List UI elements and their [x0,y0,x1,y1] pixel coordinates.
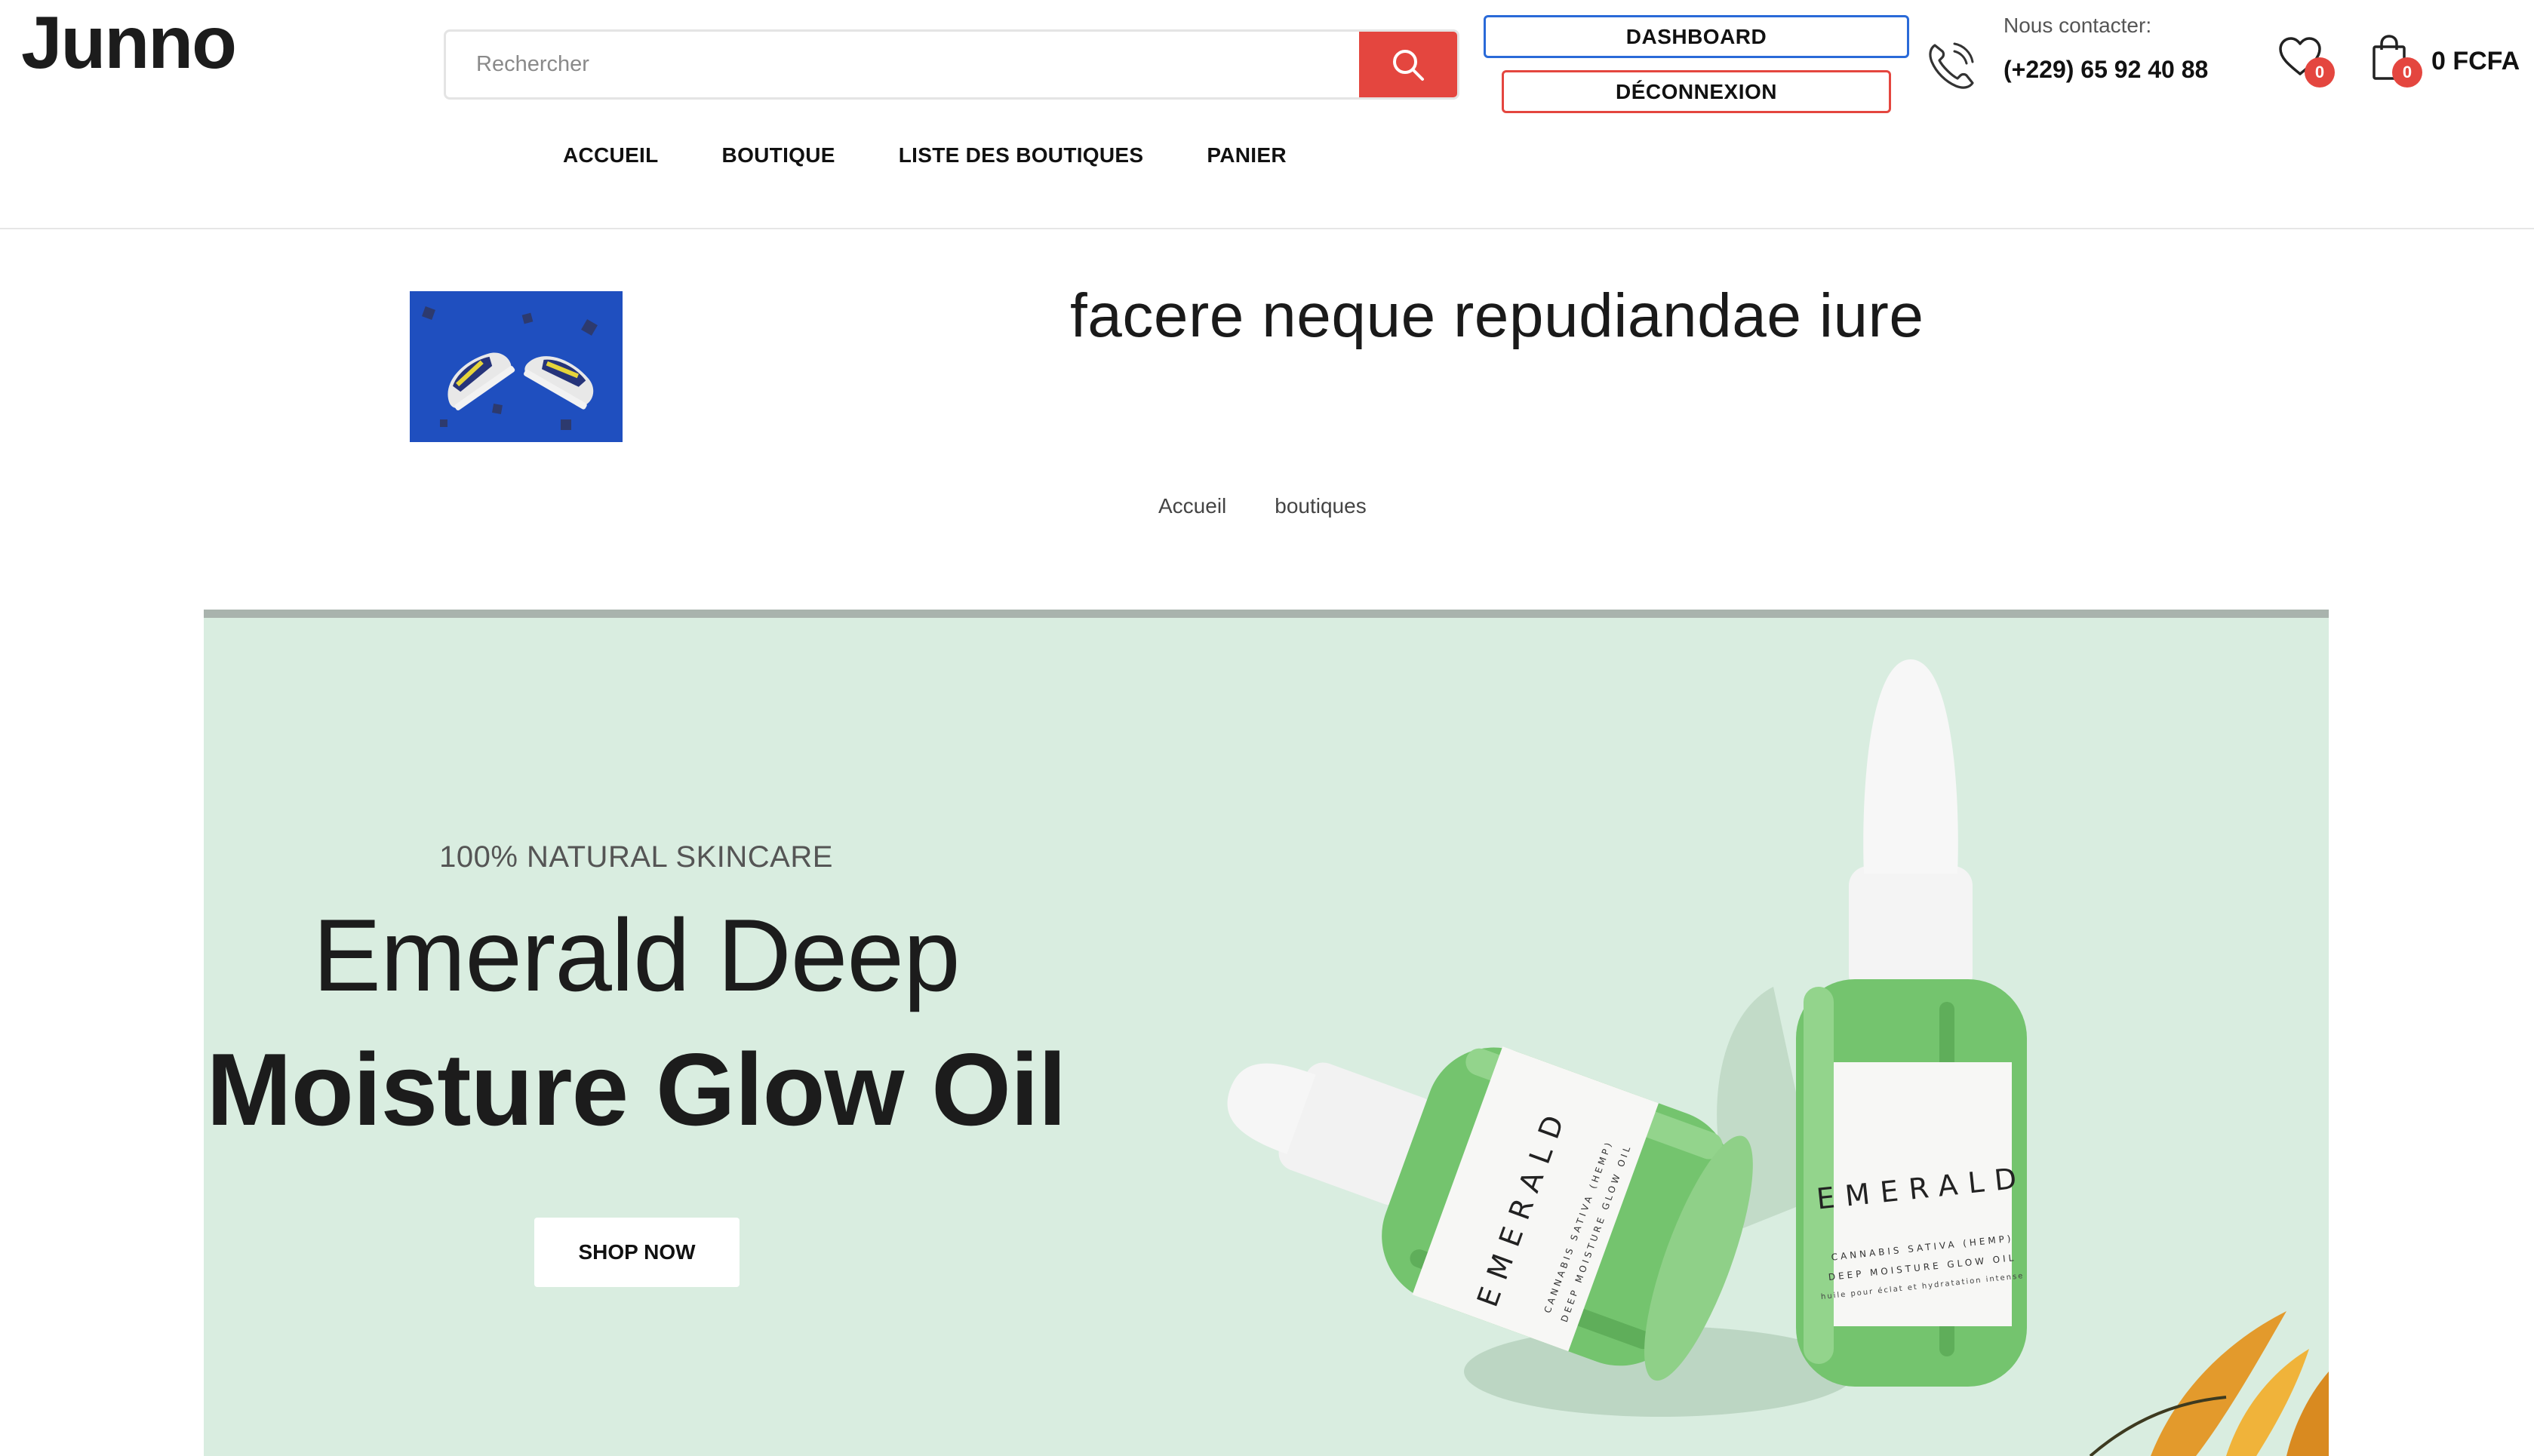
wishlist-button[interactable]: 0 [2276,33,2336,94]
wishlist-count-badge: 0 [2305,57,2335,88]
breadcrumb: Accueil boutiques [1158,494,1367,518]
search-button[interactable] [1359,32,1457,97]
hero-banner: EMERALD CANNABIS SATIVA (HEMP) DEEP MOIS… [204,610,2329,1456]
breadcrumb-home[interactable]: Accueil [1158,494,1226,518]
phone-icon [1929,42,1974,89]
cart-total[interactable]: 0 FCFA [2431,47,2520,76]
contact-phone[interactable]: (+229) 65 92 40 88 [2004,56,2208,84]
cart-count-badge: 0 [2392,57,2422,88]
banner-top-border [204,610,2329,618]
search-bar [444,29,1459,100]
search-icon [1393,49,1424,81]
header-divider [0,228,2534,229]
nav-item-boutique[interactable]: BOUTIQUE [722,143,835,167]
banner-title-line-1: Emerald Deep [312,898,960,1012]
nav-item-liste-boutiques[interactable]: LISTE DES BOUTIQUES [899,143,1144,167]
contact-label: Nous contacter: [2004,14,2152,37]
dashboard-button[interactable]: DASHBOARD [1484,15,1909,58]
logo[interactable]: Junno [21,3,237,81]
cart-button[interactable]: 0 [2366,33,2427,94]
nav-item-accueil[interactable]: ACCUEIL [563,143,659,167]
main-nav: ACCUEIL BOUTIQUE LISTE DES BOUTIQUES PAN… [563,143,1287,167]
search-input[interactable] [446,32,1359,97]
shop-title: facere neque repudiandae iure [1070,281,1924,350]
breadcrumb-shops[interactable]: boutiques [1275,494,1366,518]
shop-now-button[interactable]: SHOP NOW [534,1218,740,1287]
nav-item-panier[interactable]: PANIER [1207,143,1287,167]
banner-eyebrow: 100% NATURAL SKINCARE [439,840,833,874]
shop-image [410,291,623,442]
logout-button[interactable]: DÉCONNEXION [1502,70,1891,113]
banner-title-line-2: Moisture Glow Oil [206,1032,1066,1147]
